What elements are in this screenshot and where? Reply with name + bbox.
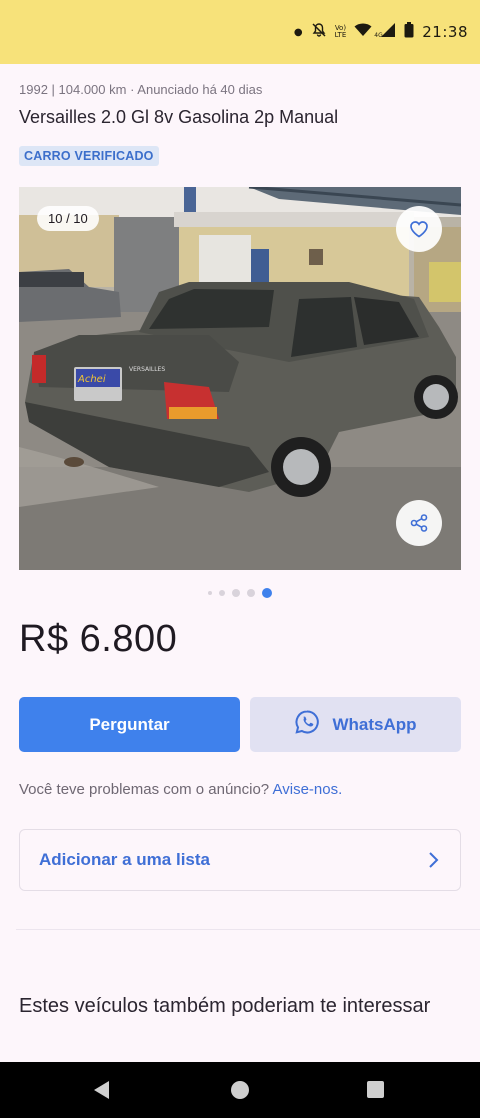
carousel-dot[interactable]	[219, 590, 225, 596]
ask-button-label: Perguntar	[89, 714, 170, 734]
verified-badge: CARRO VERIFICADO	[19, 146, 159, 166]
carousel-dot[interactable]	[247, 589, 255, 597]
battery-icon	[404, 22, 414, 42]
model-badge-text: VERSAILLES	[129, 366, 165, 373]
carousel-dot[interactable]	[208, 591, 212, 595]
add-to-list-card[interactable]: Adicionar a uma lista	[19, 829, 461, 891]
share-button[interactable]	[396, 500, 442, 546]
status-icons: ● Vo) LTE 4G 21:38	[294, 20, 468, 44]
listing-meta: 1992 | 104.000 km · Anunciado há 40 dias	[19, 82, 263, 97]
whatsapp-button[interactable]: WhatsApp	[250, 697, 461, 752]
plate-sticker-text: Achei	[77, 374, 106, 385]
status-time: 21:38	[422, 23, 468, 41]
back-icon[interactable]	[92, 1080, 110, 1105]
mute-bell-icon	[311, 22, 327, 42]
listing-photo[interactable]: Achei VERSAILLES 10 / 10	[19, 187, 461, 570]
add-to-list-label: Adicionar a uma lista	[39, 850, 210, 869]
whatsapp-button-label: WhatsApp	[332, 714, 417, 734]
report-text: Você teve problemas com o anúncio? Avise…	[19, 781, 342, 798]
share-icon	[409, 513, 429, 533]
signal-label: 4G	[374, 32, 383, 39]
volte-bottom-text: LTE	[334, 31, 347, 39]
favorite-button[interactable]	[396, 206, 442, 252]
signal-icon: 4G	[374, 22, 396, 42]
price: R$ 6.800	[19, 618, 178, 660]
carousel-indicator	[0, 588, 480, 598]
wifi-icon	[354, 23, 372, 41]
car-photo-illustration: Achei VERSAILLES	[19, 187, 461, 570]
volte-icon: Vo) LTE	[335, 25, 347, 39]
report-link[interactable]: Avise-nos.	[273, 781, 343, 798]
status-bar: ● Vo) LTE 4G 21:38	[0, 0, 480, 64]
report-question: Você teve problemas com o anúncio?	[19, 781, 273, 798]
system-nav-bar	[0, 1062, 480, 1118]
listing-title: Versailles 2.0 Gl 8v Gasolina 2p Manual	[19, 107, 339, 127]
heart-icon	[409, 220, 429, 238]
carousel-dot-active[interactable]	[262, 588, 272, 598]
carousel-dot[interactable]	[232, 589, 240, 597]
section-divider	[16, 929, 480, 930]
recent-apps-icon[interactable]	[367, 1081, 384, 1098]
related-section-title: Estes veículos também poderiam te intere…	[19, 995, 431, 1017]
dot-icon: ●	[293, 26, 303, 38]
chevron-right-icon	[428, 850, 440, 875]
home-icon[interactable]	[231, 1081, 249, 1099]
whatsapp-icon	[294, 709, 320, 740]
photo-counter: 10 / 10	[37, 206, 99, 231]
ask-button[interactable]: Perguntar	[19, 697, 240, 752]
